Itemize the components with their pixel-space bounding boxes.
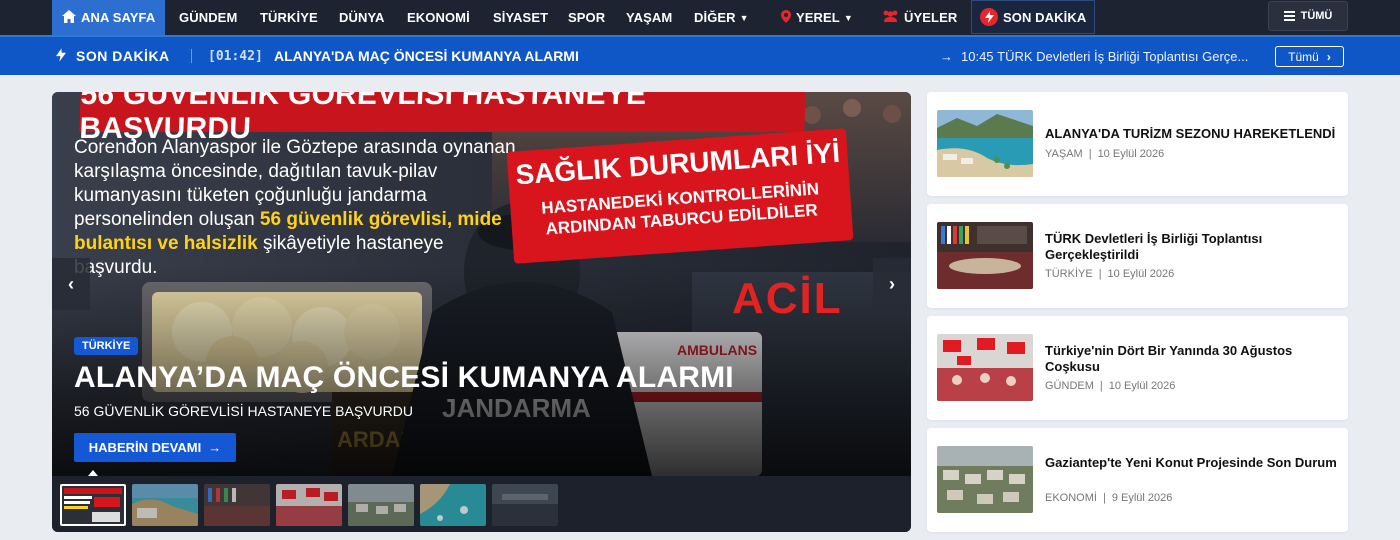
breaking-label: SON DAKİKA (56, 37, 170, 75)
breaking-label-text: SON DAKİKA (76, 48, 170, 64)
health-status-banner: SAĞLIK DURUMLARI İYİ HASTANEDEKİ KONTROL… (506, 128, 854, 264)
breaking-news-bar: SON DAKİKA [01:42] ALANYA'DA MAÇ ÖNCESİ … (0, 37, 1400, 75)
nav-son-dakika-label: SON DAKİKA (1003, 9, 1087, 25)
nav-dunya[interactable]: DÜNYA (339, 0, 385, 35)
news-card-meta: EKONOMİ | 9 Eylül 2026 (1045, 492, 1172, 504)
news-card-title[interactable]: Türkiye'nin Dört Bir Yanında 30 Ağustos … (1045, 343, 1340, 375)
hamburger-icon (1283, 9, 1295, 23)
meta-separator: | (1098, 268, 1102, 280)
meta-separator: | (1099, 380, 1103, 392)
breaking-all-button[interactable]: Tümü › (1275, 46, 1344, 67)
news-card-title[interactable]: ALANYA'DA TURİZM SEZONU HAREKETLENDİ (1045, 126, 1340, 142)
thumbnail-strip (52, 470, 911, 532)
slider-prev-button[interactable]: ‹ (52, 258, 90, 310)
thumbnail-7[interactable] (492, 484, 558, 526)
thumbnail-5[interactable] (348, 484, 414, 526)
hero-image-lead: Corendon Alanyaspor ile Göztepe arasında… (74, 136, 524, 280)
chevron-right-icon: › (889, 273, 895, 294)
news-card-category[interactable]: EKONOMİ (1045, 492, 1097, 504)
home-icon (62, 9, 76, 26)
read-more-button[interactable]: HABERİN DEVAMI → (74, 433, 236, 462)
menu-button[interactable]: TÜMÜ (1268, 1, 1348, 31)
nav-ekonomi[interactable]: EKONOMİ (407, 0, 470, 35)
lightning-icon (980, 8, 998, 26)
nav-diger[interactable]: DİĞER ▼ (694, 0, 749, 35)
news-card-category[interactable]: TÜRKİYE (1045, 268, 1093, 280)
news-card-title[interactable]: TÜRK Devletleri İş Birliği Toplantısı Ge… (1045, 231, 1340, 263)
arrow-right-icon: → (208, 440, 222, 455)
breaking-headline-link[interactable]: ALANYA'DA MAÇ ÖNCESİ KUMANYA ALARMI (274, 37, 579, 75)
breaking-time: [01:42] (208, 48, 263, 64)
read-more-label: HABERİN DEVAMI (88, 440, 202, 455)
news-card-date: 10 Eylül 2026 (1107, 268, 1175, 280)
news-card-date: 10 Eylül 2026 (1108, 380, 1176, 392)
chevron-down-icon: ▼ (739, 12, 749, 23)
news-card-date: 9 Eylül 2026 (1111, 492, 1173, 504)
arrow-right-icon: → (940, 48, 953, 64)
top-navigation: ANA SAYFA GÜNDEM TÜRKİYE DÜNYA EKONOMİ S… (0, 0, 1400, 37)
chevron-right-icon: › (1326, 49, 1331, 64)
chevron-down-icon: ▼ (843, 12, 853, 23)
nav-home[interactable]: ANA SAYFA (52, 0, 166, 35)
hero-image-headline: 56 GÜVENLİK GÖREVLİSİ HASTANEYE BAŞVURDU (79, 92, 806, 145)
map-pin-icon (781, 9, 791, 26)
nav-diger-label: DİĞER (694, 10, 736, 25)
thumbnail-2[interactable] (132, 484, 198, 526)
hero-title[interactable]: ALANYA’DA MAÇ ÖNCESİ KUMANYA ALARMI (74, 361, 734, 395)
news-card[interactable]: Gaziantep'te Yeni Konut Projesinde Son D… (927, 428, 1348, 532)
news-card-meta: YAŞAM | 10 Eylül 2026 (1045, 148, 1164, 160)
hero-subtitle: 56 GÜVENLİK GÖREVLİSİ HASTANEYE BAŞVURDU (74, 403, 413, 419)
breaking-next-text: TÜRK Devletleri İş Birliği Toplantısı Ge… (997, 48, 1249, 64)
acil-sign: ACİL (732, 274, 843, 323)
nav-turkiye[interactable]: TÜRKİYE (260, 0, 318, 35)
thumbnail-1[interactable] (60, 484, 126, 526)
nav-yasam[interactable]: YAŞAM (626, 0, 672, 35)
news-card-date: 10 Eylül 2026 (1097, 148, 1165, 160)
news-card-title[interactable]: Gaziantep'te Yeni Konut Projesinde Son D… (1045, 455, 1340, 471)
breaking-next-time: 10:45 (961, 48, 994, 64)
nav-yerel[interactable]: YEREL ▼ (781, 0, 853, 35)
thumbnail-3[interactable] (204, 484, 270, 526)
news-card[interactable]: TÜRK Devletleri İş Birliği Toplantısı Ge… (927, 204, 1348, 308)
meta-separator: | (1102, 492, 1106, 504)
nav-yerel-label: YEREL (796, 10, 840, 25)
news-card-meta: GÜNDEM | 10 Eylül 2026 (1045, 380, 1175, 392)
nav-son-dakika[interactable]: SON DAKİKA (971, 0, 1096, 34)
hero-category-badge[interactable]: TÜRKİYE (74, 337, 139, 355)
nav-spor[interactable]: SPOR (568, 0, 605, 35)
slider-next-button[interactable]: › (873, 258, 911, 310)
nav-siyaset[interactable]: SİYASET (493, 0, 548, 35)
news-card-category[interactable]: YAŞAM (1045, 148, 1083, 160)
chevron-left-icon: ‹ (68, 273, 74, 294)
news-card-category[interactable]: GÜNDEM (1045, 380, 1094, 392)
news-card-image[interactable] (937, 222, 1033, 289)
breaking-all-label: Tümü (1288, 49, 1319, 64)
news-card-image[interactable] (937, 110, 1033, 177)
thumbnail-6[interactable] (420, 484, 486, 526)
nav-home-label: ANA SAYFA (81, 10, 156, 25)
meta-separator: | (1088, 148, 1092, 160)
news-card[interactable]: ALANYA'DA TURİZM SEZONU HAREKETLENDİ YAŞ… (927, 92, 1348, 196)
news-card-image[interactable] (937, 446, 1033, 513)
nav-gundem[interactable]: GÜNDEM (179, 0, 237, 35)
hero-slider: AMBULANS 112 ARDAN JANDARMA 56 GÜVENLİK … (52, 92, 911, 532)
divider (191, 49, 192, 63)
thumbnail-4[interactable] (276, 484, 342, 526)
news-card-image[interactable] (937, 334, 1033, 401)
users-icon (882, 10, 899, 25)
breaking-next-link[interactable]: → 10:45 TÜRK Devletleri İş Birliği Topla… (940, 37, 1248, 75)
nav-uyeler[interactable]: ÜYELER (882, 0, 957, 35)
active-thumb-indicator (88, 470, 98, 476)
nav-uyeler-label: ÜYELER (904, 10, 958, 25)
news-card-meta: TÜRKİYE | 10 Eylül 2026 (1045, 268, 1174, 280)
lightning-icon (56, 47, 66, 65)
menu-button-label: TÜMÜ (1300, 10, 1333, 22)
news-card[interactable]: Türkiye'nin Dört Bir Yanında 30 Ağustos … (927, 316, 1348, 420)
